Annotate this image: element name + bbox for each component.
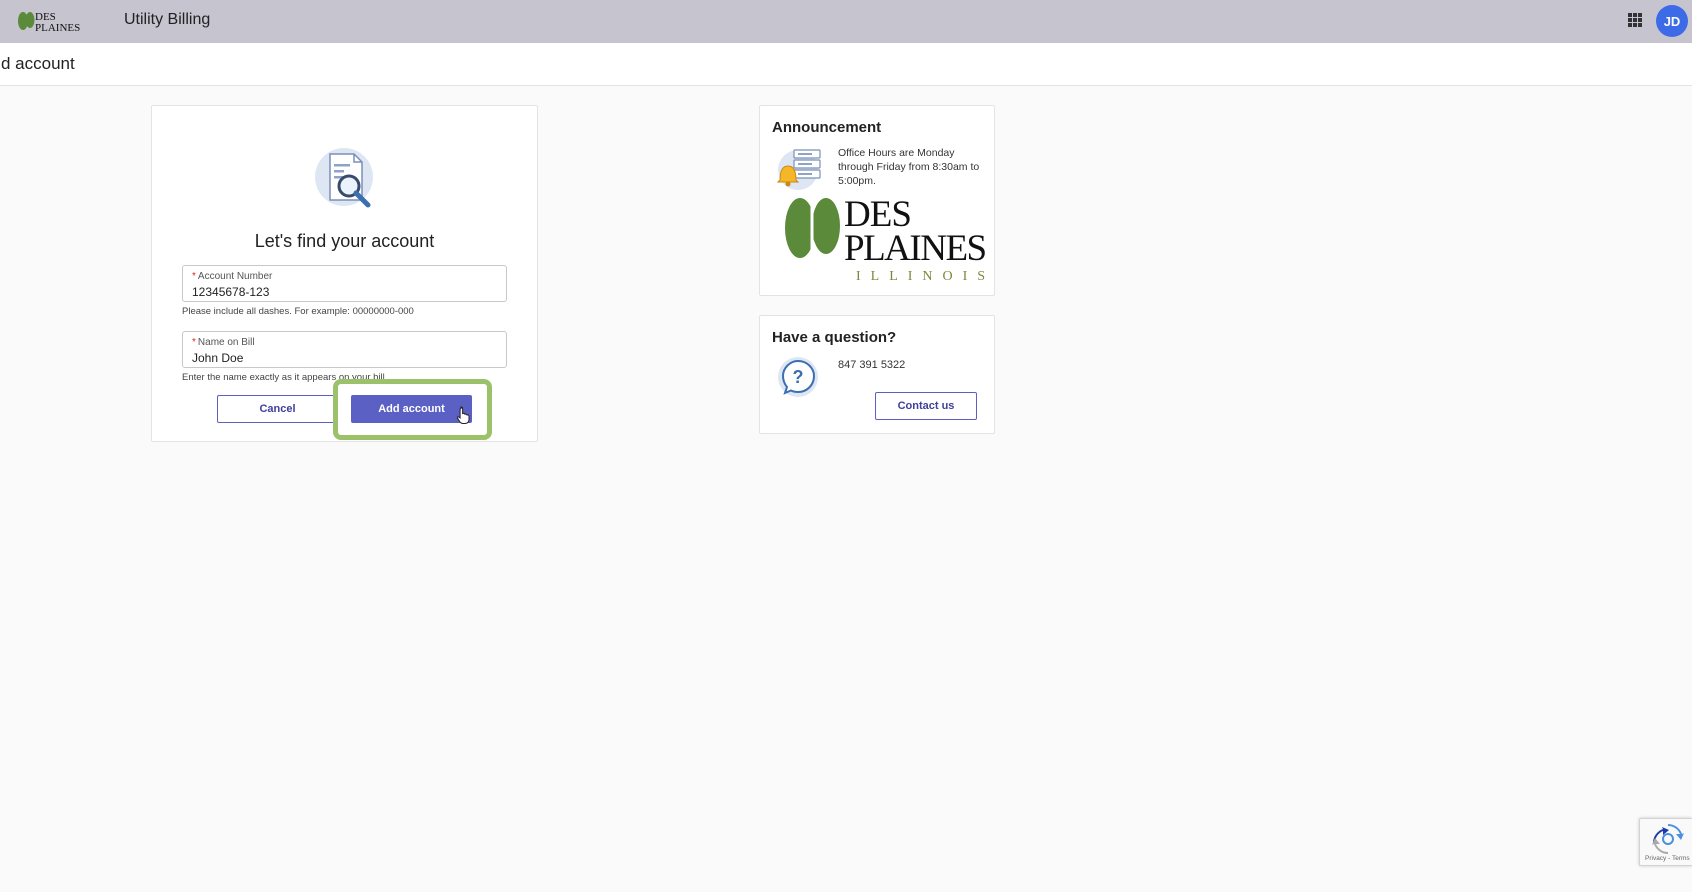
top-bar: DES PLAINES Utility Billing JD bbox=[0, 0, 1692, 43]
page-header: d account bbox=[0, 43, 1692, 86]
hand-cursor-icon bbox=[457, 406, 470, 424]
contact-us-button[interactable]: Contact us bbox=[875, 392, 977, 420]
account-number-hint: Please include all dashes. For example: … bbox=[182, 306, 414, 317]
account-number-field[interactable]: * Account Number bbox=[182, 265, 507, 302]
account-number-input[interactable] bbox=[192, 285, 492, 299]
name-on-bill-label: * Name on Bill bbox=[192, 337, 255, 348]
question-bubble-icon: ? bbox=[778, 357, 818, 397]
announcement-card: Announcement Office Hours are Monday thr… bbox=[759, 105, 995, 296]
des-plaines-brand-logo: DES PLAINES ILLINOIS bbox=[785, 194, 987, 284]
required-marker: * bbox=[192, 337, 196, 348]
question-card: Have a question? ? 847 391 5322 Contact … bbox=[759, 315, 995, 434]
app-title: Utility Billing bbox=[124, 11, 211, 28]
account-number-label: * Account Number bbox=[192, 271, 273, 282]
page-title: d account bbox=[1, 54, 75, 73]
svg-text:?: ? bbox=[793, 367, 804, 387]
announcement-title: Announcement bbox=[772, 119, 882, 136]
svg-text:ILLINOIS: ILLINOIS bbox=[856, 269, 987, 284]
question-title: Have a question? bbox=[772, 329, 897, 346]
bell-announcement-icon bbox=[776, 149, 821, 190]
user-avatar[interactable]: JD bbox=[1656, 5, 1688, 37]
form-heading: Let's find your account bbox=[254, 231, 435, 251]
recaptcha-badge[interactable]: Privacy - Terms bbox=[1639, 818, 1692, 866]
recaptcha-icon bbox=[1652, 824, 1684, 854]
cancel-button[interactable]: Cancel bbox=[217, 395, 338, 423]
name-on-bill-field[interactable]: * Name on Bill bbox=[182, 331, 507, 368]
recaptcha-links[interactable]: Privacy - Terms bbox=[1645, 855, 1690, 862]
app-grid-icon[interactable] bbox=[1628, 13, 1642, 27]
required-marker: * bbox=[192, 271, 196, 282]
svg-text:PLAINES: PLAINES bbox=[35, 22, 80, 34]
phone-number: 847 391 5322 bbox=[838, 359, 906, 371]
find-account-card: Let's find your account * Account Number … bbox=[151, 105, 538, 442]
name-on-bill-input[interactable] bbox=[192, 351, 492, 365]
add-account-button[interactable]: Add account bbox=[351, 395, 472, 423]
des-plaines-logo-icon[interactable]: DES PLAINES bbox=[16, 7, 80, 35]
announcement-text: Office Hours are Monday through Friday f… bbox=[838, 147, 980, 187]
document-search-icon bbox=[315, 148, 373, 208]
svg-text:PLAINES: PLAINES bbox=[844, 228, 986, 269]
